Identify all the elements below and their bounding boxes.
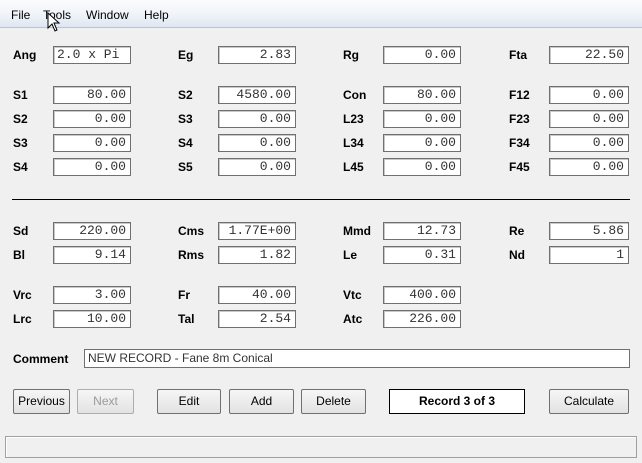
bl-label: Bl — [13, 248, 25, 262]
con-field[interactable]: 80.00 — [383, 86, 461, 104]
s2-col2-label: S2 — [178, 88, 193, 102]
f45-field[interactable]: 0.00 — [549, 158, 629, 176]
le-label: Le — [343, 248, 358, 262]
rms-field[interactable]: 1.82 — [218, 246, 296, 264]
f12-label: F12 — [509, 88, 530, 102]
s5-label: S5 — [178, 160, 193, 174]
s1-field[interactable]: 80.00 — [53, 86, 131, 104]
sd-field[interactable]: 220.00 — [53, 222, 131, 240]
record-indicator: Record 3 of 3 — [389, 389, 525, 414]
ang-field[interactable]: 2.0 x Pi — [53, 46, 131, 64]
l45-label: L45 — [343, 160, 364, 174]
ang-label: Ang — [13, 48, 37, 62]
s3-col2-field[interactable]: 0.00 — [218, 110, 296, 128]
next-button[interactable]: Next — [77, 389, 134, 414]
rg-label: Rg — [343, 48, 359, 62]
atc-field[interactable]: 226.00 — [383, 310, 461, 328]
eg-label: Eg — [178, 48, 194, 62]
nd-field[interactable]: 1 — [549, 246, 629, 264]
sd-label: Sd — [13, 224, 29, 238]
vtc-label: Vtc — [343, 288, 362, 302]
mmd-label: Mmd — [343, 224, 371, 238]
menu-file[interactable]: File — [11, 8, 30, 22]
lrc-label: Lrc — [13, 312, 32, 326]
tal-label: Tal — [178, 312, 195, 326]
menu-bar: File Tools Window Help — [0, 0, 642, 32]
f12-field[interactable]: 0.00 — [549, 86, 629, 104]
s3-col2-label: S3 — [178, 112, 193, 126]
comment-field[interactable]: NEW RECORD - Fane 8m Conical — [84, 349, 630, 368]
delete-button[interactable]: Delete — [301, 389, 366, 414]
s4-field[interactable]: 0.00 — [53, 158, 131, 176]
tal-field[interactable]: 2.54 — [218, 310, 296, 328]
s4-col2-label: S4 — [178, 136, 193, 150]
f34-field[interactable]: 0.00 — [549, 134, 629, 152]
add-button[interactable]: Add — [229, 389, 294, 414]
s1-label: S1 — [13, 88, 28, 102]
cms-label: Cms — [178, 224, 205, 238]
rms-label: Rms — [178, 248, 205, 262]
re-label: Re — [509, 224, 525, 238]
nd-label: Nd — [509, 248, 525, 262]
cms-field[interactable]: 1.77E+00 — [218, 222, 296, 240]
status-bar — [5, 436, 637, 458]
vrc-label: Vrc — [13, 288, 32, 302]
s4-label: S4 — [13, 160, 28, 174]
menu-window[interactable]: Window — [86, 8, 129, 22]
f23-label: F23 — [509, 112, 530, 126]
mmd-field[interactable]: 12.73 — [383, 222, 461, 240]
edit-button[interactable]: Edit — [157, 389, 221, 414]
comment-label: Comment — [13, 352, 69, 366]
s4-col2-field[interactable]: 0.00 — [218, 134, 296, 152]
calculate-button[interactable]: Calculate — [549, 389, 629, 414]
l23-field[interactable]: 0.00 — [383, 110, 461, 128]
l34-field[interactable]: 0.00 — [383, 134, 461, 152]
previous-button[interactable]: Previous — [13, 389, 70, 414]
bl-field[interactable]: 9.14 — [53, 246, 131, 264]
section-divider — [12, 199, 630, 200]
f34-label: F34 — [509, 136, 530, 150]
atc-label: Atc — [343, 312, 363, 326]
fta-label: Fta — [509, 48, 527, 62]
s3-field[interactable]: 0.00 — [53, 134, 131, 152]
con-label: Con — [343, 88, 367, 102]
l23-label: L23 — [343, 112, 364, 126]
eg-field[interactable]: 2.83 — [218, 46, 296, 64]
re-field[interactable]: 5.86 — [549, 222, 629, 240]
f23-field[interactable]: 0.00 — [549, 110, 629, 128]
f45-label: F45 — [509, 160, 530, 174]
menu-help[interactable]: Help — [144, 8, 169, 22]
vrc-field[interactable]: 3.00 — [53, 286, 131, 304]
s2-label: S2 — [13, 112, 28, 126]
l45-field[interactable]: 0.00 — [383, 158, 461, 176]
s5-field[interactable]: 0.00 — [218, 158, 296, 176]
l34-label: L34 — [343, 136, 364, 150]
fr-label: Fr — [178, 288, 190, 302]
s2-col2-field[interactable]: 4580.00 — [218, 86, 296, 104]
lrc-field[interactable]: 10.00 — [53, 310, 131, 328]
fta-field[interactable]: 22.50 — [549, 46, 629, 64]
rg-field[interactable]: 0.00 — [383, 46, 461, 64]
s2-field[interactable]: 0.00 — [53, 110, 131, 128]
s3-label: S3 — [13, 136, 28, 150]
fr-field[interactable]: 40.00 — [218, 286, 296, 304]
le-field[interactable]: 0.31 — [383, 246, 461, 264]
mouse-cursor-icon — [47, 12, 61, 32]
vtc-field[interactable]: 400.00 — [383, 286, 461, 304]
